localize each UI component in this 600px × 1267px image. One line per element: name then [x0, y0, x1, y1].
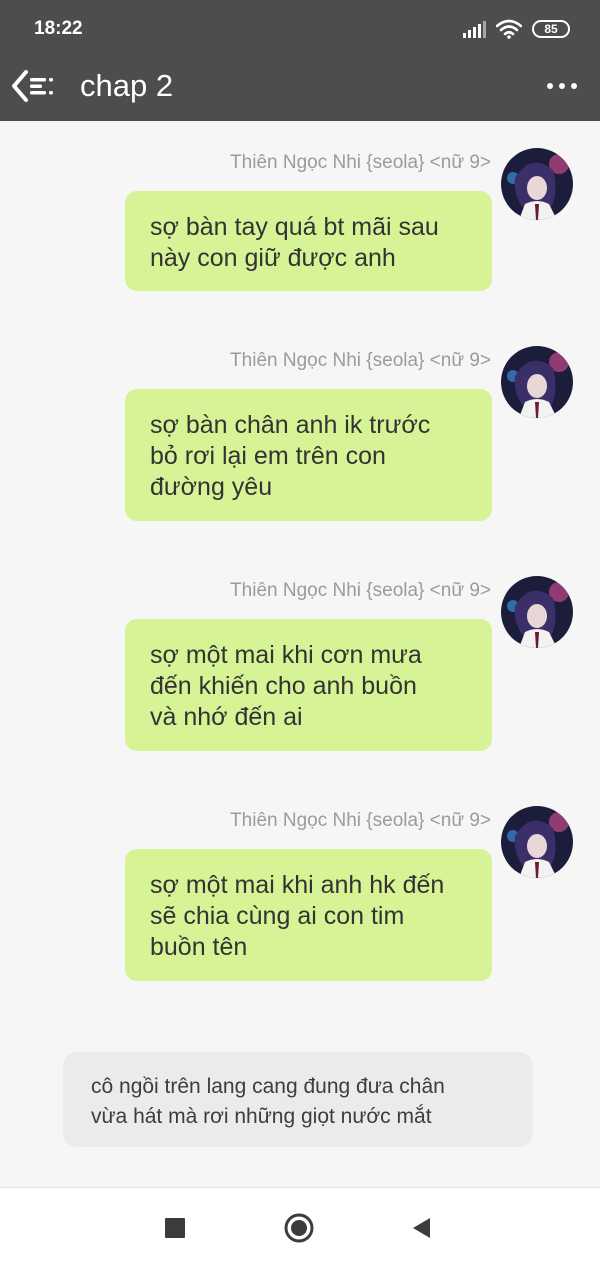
message-line: sợ bàn tay quá bt mãi sau [150, 213, 439, 241]
status-icons: 85 [463, 19, 570, 39]
app-bar: chap 2 [0, 58, 600, 121]
back-menu-icon [12, 70, 53, 102]
more-dots-icon [547, 83, 553, 89]
narration-bubble[interactable]: cô ngồi trên lang cang đung đưa chân vừa… [63, 1052, 533, 1147]
system-nav-bar [0, 1187, 600, 1267]
avatar[interactable] [501, 806, 573, 878]
sender-name: Thiên Ngọc Nhi {seola} <nữ 9> [230, 350, 491, 371]
avatar-image [501, 346, 573, 418]
triangle-back-icon [413, 1218, 430, 1238]
message-bubble[interactable]: sợ bàn tay quá bt mãi sau này con giữ đư… [125, 191, 492, 291]
message-line: đường yêu [150, 473, 273, 501]
message-line: sợ một mai khi anh hk đến [150, 871, 445, 899]
home-button[interactable] [281, 1210, 317, 1246]
more-dot [559, 83, 565, 89]
message-line: bỏ rơi lại em trên con [150, 442, 386, 470]
back-menu-button[interactable] [10, 66, 60, 106]
avatar[interactable] [501, 148, 573, 220]
recents-button[interactable] [157, 1210, 193, 1246]
circle-home-icon [284, 1213, 314, 1243]
nav-back-button[interactable] [403, 1210, 439, 1246]
avatar[interactable] [501, 346, 573, 418]
message-line: sợ bàn chân anh ik trước [150, 411, 431, 439]
battery-indicator: 85 [532, 20, 570, 38]
narration-line: cô ngồi trên lang cang đung đưa chân [91, 1075, 445, 1098]
message-line: đến khiến cho anh buồn [150, 672, 417, 700]
message-bubble[interactable]: sợ một mai khi cơn mưa đến khiến cho anh… [125, 619, 492, 751]
avatar[interactable] [501, 576, 573, 648]
sender-name: Thiên Ngọc Nhi {seola} <nữ 9> [230, 810, 491, 831]
more-dot [571, 83, 577, 89]
message-bubble[interactable]: sợ bàn chân anh ik trước bỏ rơi lại em t… [125, 389, 492, 521]
avatar-image [501, 148, 573, 220]
page-title: chap 2 [80, 68, 174, 103]
narration-line: vừa hát mà rơi những giọt nước mắt [91, 1105, 432, 1128]
message-line: và nhớ đến ai [150, 703, 303, 731]
message-line: sợ một mai khi cơn mưa [150, 641, 422, 669]
status-time: 18:22 [34, 18, 83, 39]
square-recents-icon [165, 1218, 185, 1238]
chat-area[interactable]: Thiên Ngọc Nhi {seola} <nữ 9> sợ bàn tay… [0, 121, 600, 1187]
wifi-icon [496, 19, 522, 39]
avatar-image [501, 806, 573, 878]
message-line: này con giữ được anh [150, 244, 396, 272]
avatar-image [501, 576, 573, 648]
message-bubble[interactable]: sợ một mai khi anh hk đến sẽ chia cùng a… [125, 849, 492, 981]
sender-name: Thiên Ngọc Nhi {seola} <nữ 9> [230, 580, 491, 601]
message-line: buồn tên [150, 933, 248, 961]
message-line: sẽ chia cùng ai con tim [150, 902, 405, 930]
signal-bars-icon [463, 20, 486, 38]
status-bar: 18:22 85 [0, 0, 600, 58]
top-bar: 18:22 85 chap 2 [0, 0, 600, 121]
sender-name: Thiên Ngọc Nhi {seola} <nữ 9> [230, 152, 491, 173]
more-options-button[interactable] [542, 66, 582, 106]
